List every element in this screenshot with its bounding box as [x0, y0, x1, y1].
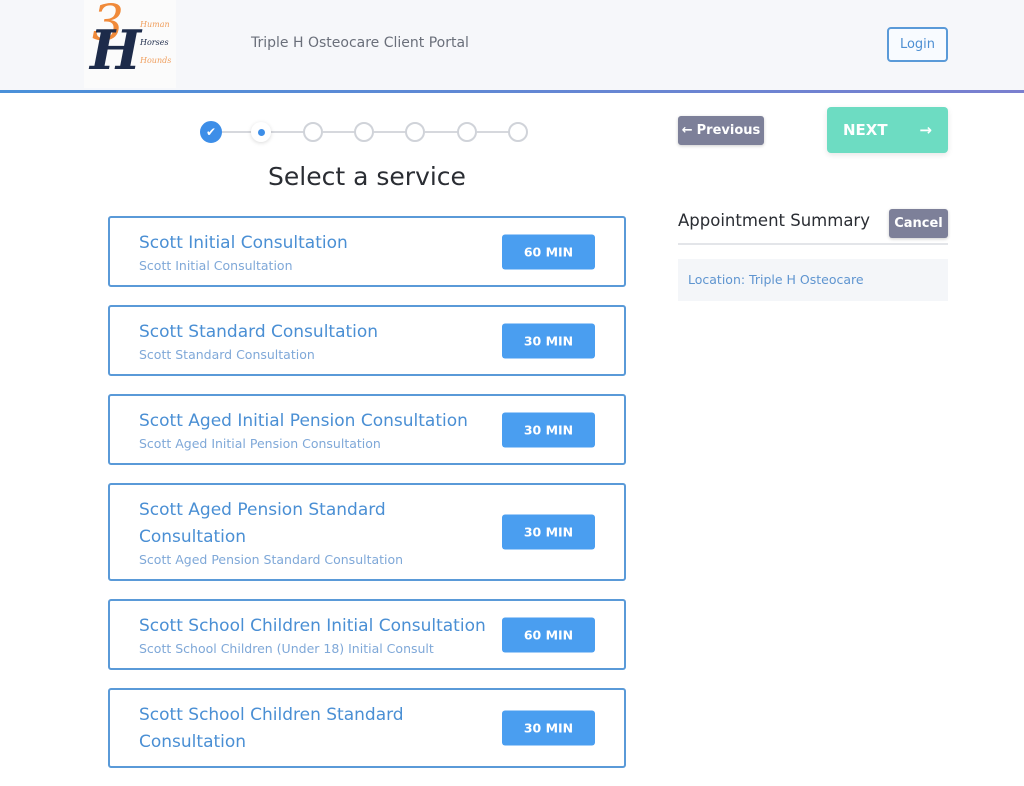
summary-location-box: Location: Triple H Osteocare — [678, 259, 948, 301]
previous-label: Previous — [696, 123, 761, 138]
step-connector — [322, 131, 356, 133]
duration-badge[interactable]: 60 MIN — [502, 234, 595, 269]
page-title: Select a service — [268, 162, 466, 191]
service-list: Scott Initial Consultation Scott Initial… — [108, 216, 626, 786]
service-name: Scott School Children Initial Consultati… — [139, 616, 486, 636]
header: 3 H Human Horses Hounds Triple H Osteoca… — [0, 0, 1024, 90]
service-description: Scott Initial Consultation — [139, 258, 293, 273]
step-pending — [507, 122, 528, 142]
step-connector — [220, 131, 254, 133]
service-name: Scott Aged Pension Standard Consultation — [139, 500, 386, 547]
duration-badge[interactable]: 60 MIN — [502, 617, 595, 652]
service-option[interactable]: Scott Aged Pension Standard Consultation… — [108, 483, 626, 581]
step-pending — [302, 122, 323, 142]
service-option[interactable]: Scott Standard Consultation Scott Standa… — [108, 305, 626, 376]
service-description: Scott Standard Consultation — [139, 347, 315, 362]
service-option[interactable]: Scott Aged Initial Pension Consultation … — [108, 394, 626, 465]
step-current — [251, 122, 272, 142]
portal-title: Triple H Osteocare Client Portal — [251, 35, 469, 51]
service-description: Scott Aged Initial Pension Consultation — [139, 436, 381, 451]
step-pending — [353, 122, 374, 142]
service-name: Scott Aged Initial Pension Consultation — [139, 411, 468, 431]
service-name: Scott Standard Consultation — [139, 322, 379, 342]
logo-word-horses: Horses — [140, 38, 169, 47]
service-name: Scott Initial Consultation — [139, 233, 348, 253]
header-divider — [0, 90, 1024, 93]
step-connector — [373, 131, 408, 133]
login-button[interactable]: Login — [887, 27, 948, 62]
service-option[interactable]: Scott School Children Initial Consultati… — [108, 599, 626, 670]
service-description: Scott Aged Pension Standard Consultation — [139, 552, 404, 567]
step-pending — [456, 122, 477, 142]
service-option[interactable]: Scott Initial Consultation Scott Initial… — [108, 216, 626, 287]
service-option[interactable]: Scott School Children Standard Consultat… — [108, 688, 626, 768]
service-name: Scott School Children Standard Consultat… — [139, 705, 404, 752]
summary-location: Location: Triple H Osteocare — [688, 272, 864, 287]
cancel-button[interactable]: Cancel — [889, 209, 948, 238]
step-connector — [425, 131, 459, 133]
duration-badge[interactable]: 30 MIN — [502, 514, 595, 550]
previous-button[interactable]: ← Previous — [678, 116, 764, 145]
step-pending — [405, 122, 426, 142]
step-connector — [271, 131, 305, 133]
arrow-right-icon: → — [919, 121, 932, 139]
duration-badge[interactable]: 30 MIN — [502, 323, 595, 358]
step-complete: ✔ — [200, 121, 222, 143]
summary-title: Appointment Summary — [678, 211, 870, 230]
duration-badge[interactable]: 30 MIN — [502, 412, 595, 447]
check-icon: ✔ — [205, 125, 217, 139]
next-label: NEXT — [843, 121, 888, 139]
progress-stepper: ✔ — [200, 120, 540, 144]
arrow-left-icon: ← — [681, 123, 693, 138]
next-button[interactable]: NEXT → — [827, 107, 948, 153]
step-connector — [476, 131, 510, 133]
logo-letter: H — [90, 18, 142, 82]
summary-divider — [678, 243, 948, 245]
duration-badge[interactable]: 30 MIN — [502, 710, 595, 746]
service-description: Scott School Children (Under 18) Initial… — [139, 641, 434, 656]
logo-word-hounds: Hounds — [140, 56, 172, 65]
logo-word-human: Human — [140, 20, 170, 29]
logo[interactable]: 3 H Human Horses Hounds — [84, 0, 176, 88]
